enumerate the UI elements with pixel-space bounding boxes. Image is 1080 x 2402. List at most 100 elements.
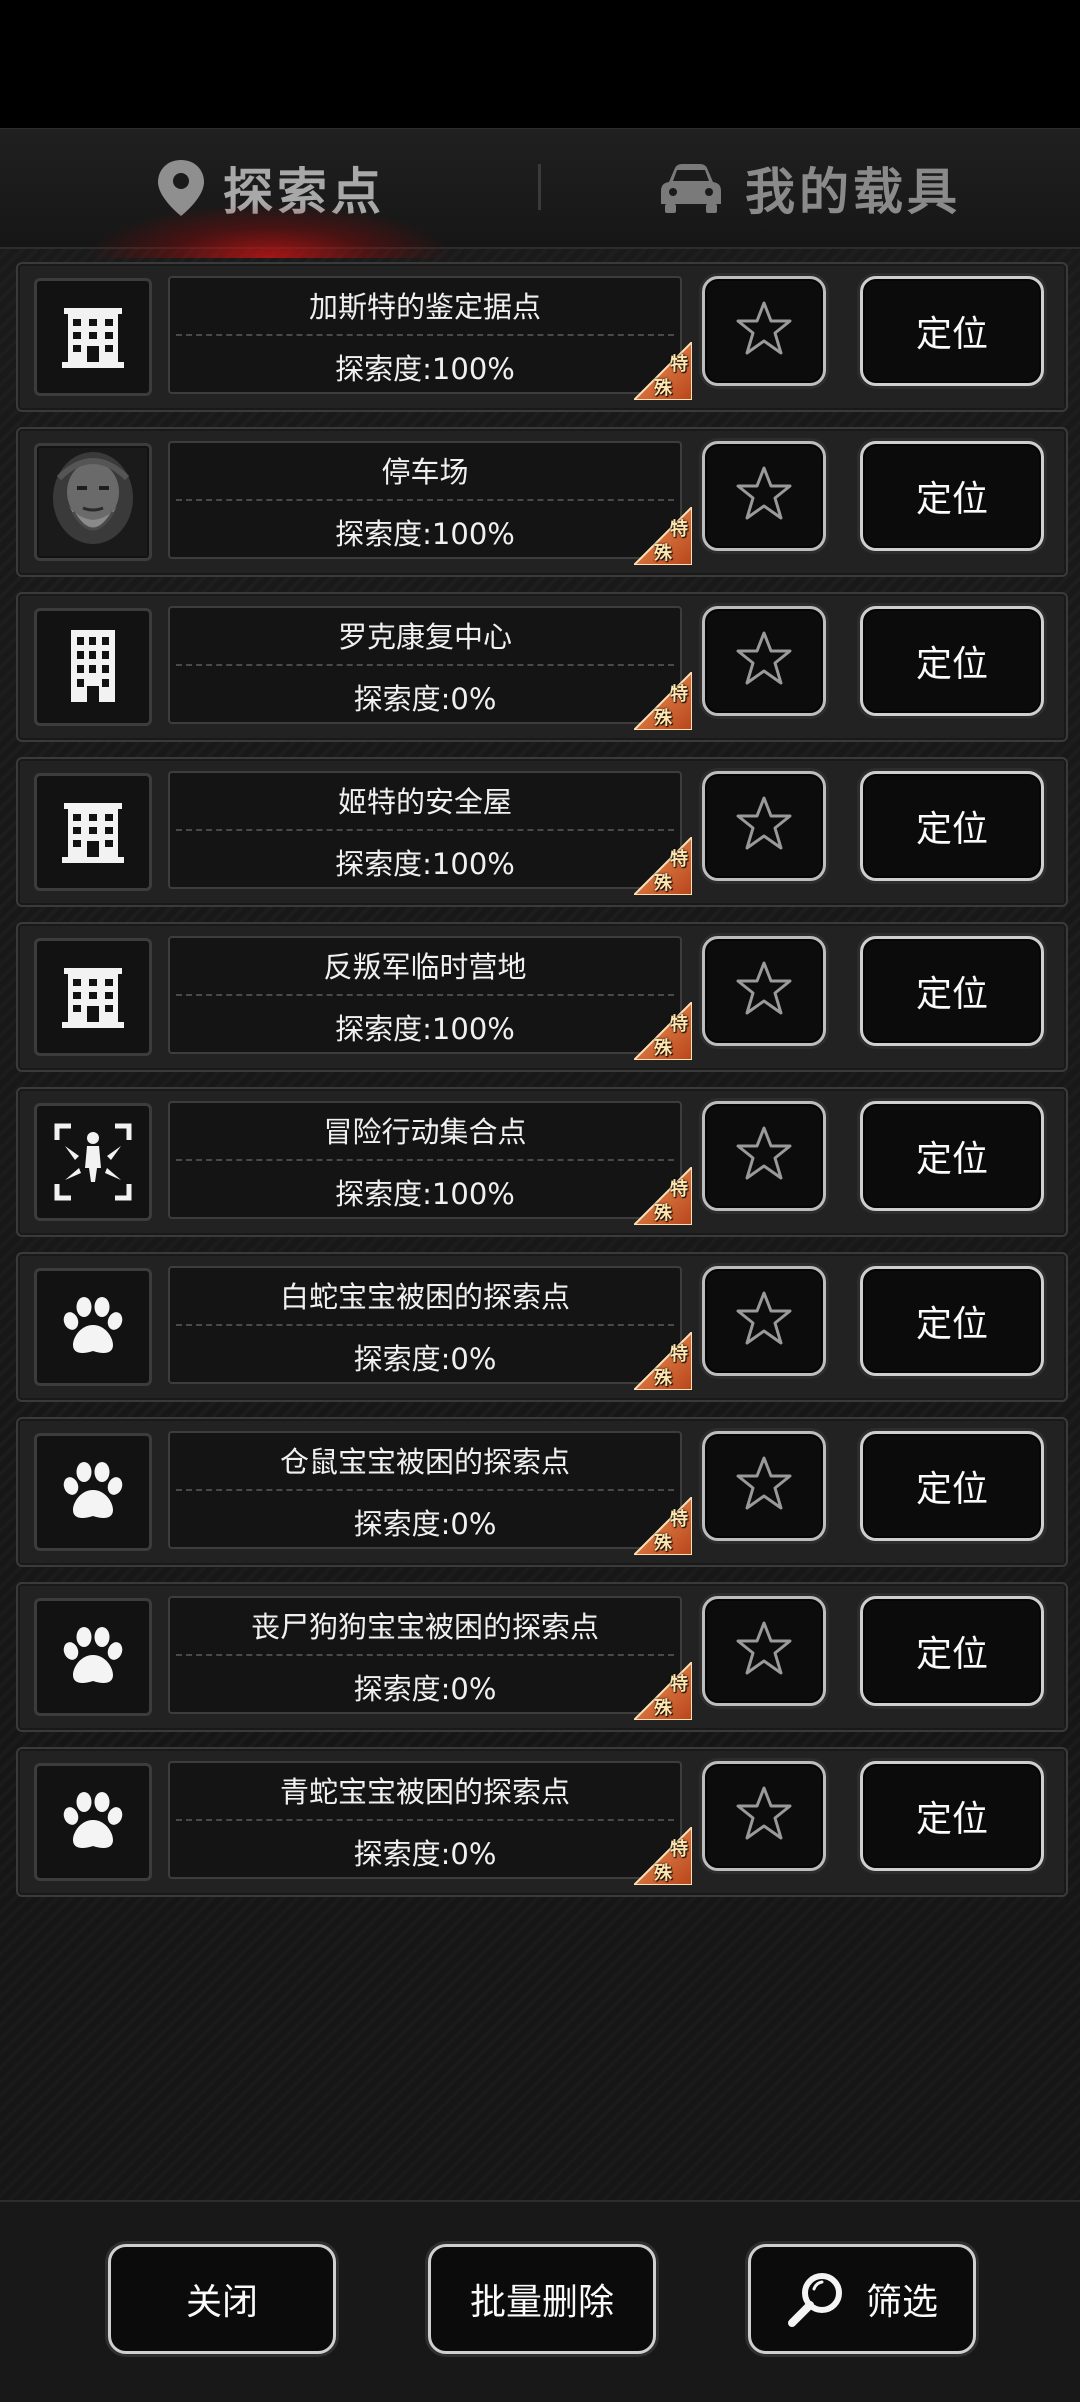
locate-button[interactable]: 定位 — [860, 771, 1044, 881]
locate-button-label: 定位 — [915, 1799, 988, 1840]
locate-button[interactable]: 定位 — [860, 1761, 1044, 1871]
dashed-divider — [176, 1159, 674, 1161]
tab-explore-label: 探索点 — [223, 163, 385, 221]
locate-button-label: 定位 — [915, 479, 988, 520]
star-outline-icon — [733, 1618, 795, 1684]
locate-button[interactable]: 定位 — [860, 1431, 1044, 1541]
exploration-progress: 探索度:0% — [353, 1672, 497, 1706]
star-outline-icon — [733, 1783, 795, 1849]
locate-button[interactable]: 定位 — [860, 276, 1044, 386]
building-icon — [34, 938, 152, 1056]
special-badge-text: 特 — [670, 1179, 688, 1200]
location-info: 反叛军临时营地 探索度:100% 特殊 — [168, 936, 693, 1061]
location-row[interactable]: 白蛇宝宝被困的探索点 探索度:0% 特殊 定位 — [16, 1252, 1068, 1402]
location-name: 仓鼠宝宝被困的探索点 — [279, 1445, 570, 1479]
location-name: 丧尸狗狗宝宝被困的探索点 — [250, 1610, 599, 1644]
star-outline-icon — [733, 1288, 795, 1354]
location-info: 加斯特的鉴定据点 探索度:100% 特殊 — [168, 276, 693, 401]
paw-icon — [34, 1598, 152, 1716]
location-row[interactable]: 青蛇宝宝被困的探索点 探索度:0% 特殊 定位 — [16, 1747, 1068, 1897]
favorite-button[interactable] — [702, 936, 826, 1046]
location-row[interactable]: 反叛军临时营地 探索度:100% 特殊 定位 — [16, 922, 1068, 1072]
dashed-divider — [176, 829, 674, 831]
locate-button[interactable]: 定位 — [860, 1596, 1044, 1706]
locate-button-label: 定位 — [915, 644, 988, 685]
tab-my-vehicles[interactable]: 我的载具 — [540, 129, 1080, 247]
special-badge: 特殊 — [631, 1494, 693, 1556]
favorite-button[interactable] — [702, 441, 826, 551]
batch-delete-button[interactable]: 批量删除 — [428, 2244, 656, 2354]
location-info: 停车场 探索度:100% 特殊 — [168, 441, 693, 566]
special-badge-text: 殊 — [654, 1863, 672, 1884]
star-outline-icon — [733, 463, 795, 529]
location-info: 冒险行动集合点 探索度:100% 特殊 — [168, 1101, 693, 1226]
dashed-divider — [176, 1324, 674, 1326]
special-badge: 特殊 — [631, 999, 693, 1061]
location-pin-icon — [158, 160, 204, 216]
favorite-button[interactable] — [702, 276, 826, 386]
dashed-divider — [176, 334, 674, 336]
bottom-bar: 关闭 批量删除 筛选 — [0, 2200, 1080, 2402]
location-row[interactable]: 罗克康复中心 探索度:0% 特殊 定位 — [16, 592, 1068, 742]
locate-button[interactable]: 定位 — [860, 936, 1044, 1046]
favorite-button[interactable] — [702, 771, 826, 881]
dashed-divider — [176, 1819, 674, 1821]
star-outline-icon — [733, 793, 795, 859]
locate-button[interactable]: 定位 — [860, 441, 1044, 551]
locate-button-label: 定位 — [915, 1304, 988, 1345]
locate-button-label: 定位 — [915, 1139, 988, 1180]
tab-explore-points[interactable]: 探索点 — [0, 129, 540, 247]
location-name: 冒险行动集合点 — [323, 1115, 527, 1149]
favorite-button[interactable] — [702, 1761, 826, 1871]
star-outline-icon — [733, 298, 795, 364]
filter-button[interactable]: 筛选 — [748, 2244, 976, 2354]
special-badge: 特殊 — [631, 834, 693, 896]
location-info: 仓鼠宝宝被困的探索点 探索度:0% 特殊 — [168, 1431, 693, 1556]
dashed-divider — [176, 994, 674, 996]
special-badge-text: 殊 — [654, 873, 672, 894]
special-badge: 特殊 — [631, 669, 693, 731]
location-name: 白蛇宝宝被困的探索点 — [279, 1280, 570, 1314]
location-row[interactable]: 加斯特的鉴定据点 探索度:100% 特殊 定位 — [16, 262, 1068, 412]
special-badge-text: 殊 — [654, 1203, 672, 1224]
location-info: 姬特的安全屋 探索度:100% 特殊 — [168, 771, 693, 896]
special-badge-text: 殊 — [654, 1368, 672, 1389]
favorite-button[interactable] — [702, 1596, 826, 1706]
location-name: 加斯特的鉴定据点 — [308, 290, 541, 324]
special-badge: 特殊 — [631, 1824, 693, 1886]
location-row[interactable]: 丧尸狗狗宝宝被困的探索点 探索度:0% 特殊 定位 — [16, 1582, 1068, 1732]
favorite-button[interactable] — [702, 1266, 826, 1376]
location-row[interactable]: 冒险行动集合点 探索度:100% 特殊 定位 — [16, 1087, 1068, 1237]
close-button-label: 关闭 — [185, 2282, 258, 2323]
special-badge-text: 特 — [670, 1014, 688, 1035]
building-icon — [34, 278, 152, 396]
tab-divider — [538, 164, 541, 210]
location-row[interactable]: 停车场 探索度:100% 特殊 定位 — [16, 427, 1068, 577]
favorite-button[interactable] — [702, 1431, 826, 1541]
special-badge-text: 殊 — [654, 378, 672, 399]
special-badge-text: 殊 — [654, 1533, 672, 1554]
special-badge: 特殊 — [631, 339, 693, 401]
location-name: 反叛军临时营地 — [323, 950, 527, 984]
close-button[interactable]: 关闭 — [108, 2244, 336, 2354]
exploration-progress: 探索度:0% — [353, 682, 497, 716]
favorite-button[interactable] — [702, 1101, 826, 1211]
location-info: 丧尸狗狗宝宝被困的探索点 探索度:0% 特殊 — [168, 1596, 693, 1721]
special-badge-text: 殊 — [654, 1038, 672, 1059]
location-name: 停车场 — [381, 455, 469, 489]
location-row[interactable]: 姬特的安全屋 探索度:100% 特殊 定位 — [16, 757, 1068, 907]
paw-icon — [34, 1433, 152, 1551]
exploration-progress: 探索度:0% — [353, 1837, 497, 1871]
special-badge-text: 殊 — [654, 708, 672, 729]
locate-button[interactable]: 定位 — [860, 606, 1044, 716]
locate-button-label: 定位 — [915, 1634, 988, 1675]
favorite-button[interactable] — [702, 606, 826, 716]
special-badge: 特殊 — [631, 1659, 693, 1721]
exploration-progress: 探索度:100% — [335, 847, 515, 881]
bearded-man-portrait — [34, 443, 152, 561]
location-row[interactable]: 仓鼠宝宝被困的探索点 探索度:0% 特殊 定位 — [16, 1417, 1068, 1567]
tall-building-icon — [34, 608, 152, 726]
special-badge-text: 特 — [670, 1674, 688, 1695]
locate-button[interactable]: 定位 — [860, 1101, 1044, 1211]
locate-button[interactable]: 定位 — [860, 1266, 1044, 1376]
